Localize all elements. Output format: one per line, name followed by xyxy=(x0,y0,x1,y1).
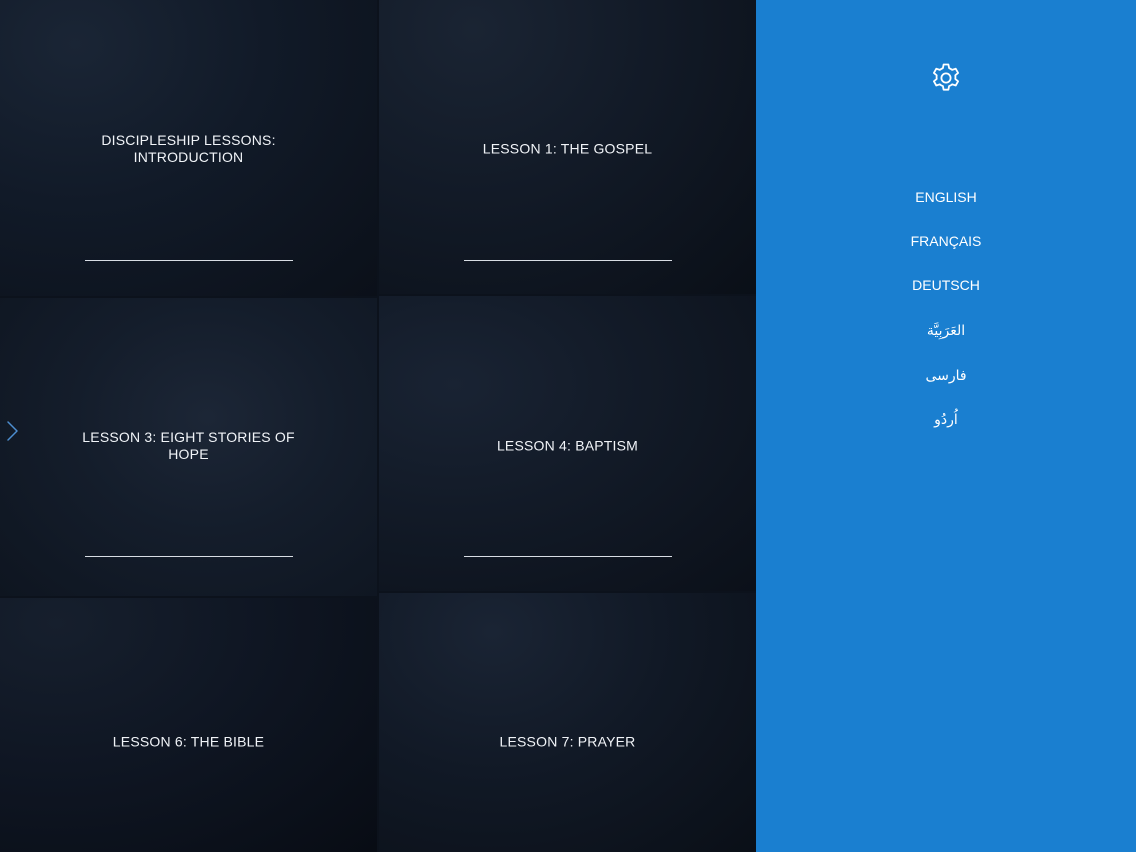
language-option-english[interactable]: ENGLISH xyxy=(756,188,1136,206)
language-option-arabic[interactable]: العَرَبِيَّة xyxy=(756,321,1136,339)
gear-icon[interactable] xyxy=(928,60,964,96)
lesson-tile-baptism[interactable]: LESSON 4: BAPTISM xyxy=(379,296,756,591)
language-option-deutsch[interactable]: DEUTSCH xyxy=(756,276,1136,294)
lesson-tile-divider xyxy=(84,260,293,261)
language-option-farsi[interactable]: فارسی xyxy=(756,366,1136,384)
lesson-tile-divider xyxy=(84,556,293,557)
lesson-tile-introduction[interactable]: DISCIPLESHIP LESSONS: INTRODUCTION xyxy=(0,0,377,296)
lesson-tile-title: DISCIPLESHIP LESSONS: INTRODUCTION xyxy=(101,132,276,165)
language-option-urdu[interactable]: اُردُو xyxy=(756,410,1136,428)
app-window: DISCIPLESHIP LESSONS: INTRODUCTION LESSO… xyxy=(0,0,1136,852)
lesson-tile-divider xyxy=(463,260,672,261)
lesson-tile-title: LESSON 3: EIGHT STORIES OF HOPE xyxy=(82,429,295,462)
lesson-tile-gospel[interactable]: LESSON 1: THE GOSPEL xyxy=(379,0,756,294)
language-sidebar: ENGLISH FRANÇAIS DEUTSCH العَرَبِيَّة فا… xyxy=(756,0,1136,852)
lesson-tile-prayer[interactable]: LESSON 7: PRAYER xyxy=(379,593,756,852)
lesson-tile-title: LESSON 6: THE BIBLE xyxy=(112,733,265,750)
lesson-tile-bible[interactable]: LESSON 6: THE BIBLE xyxy=(0,598,377,852)
lesson-tile-title: LESSON 7: PRAYER xyxy=(499,733,636,750)
language-option-francais[interactable]: FRANÇAIS xyxy=(756,232,1136,250)
chevron-right-icon[interactable] xyxy=(4,419,20,443)
lesson-tile-title: LESSON 1: THE GOSPEL xyxy=(482,140,653,157)
lesson-grid: DISCIPLESHIP LESSONS: INTRODUCTION LESSO… xyxy=(0,0,756,852)
lesson-tile-title: LESSON 4: BAPTISM xyxy=(496,437,639,454)
lesson-tile-divider xyxy=(463,556,672,557)
lesson-tile-eight-stories[interactable]: LESSON 3: EIGHT STORIES OF HOPE xyxy=(0,298,377,596)
